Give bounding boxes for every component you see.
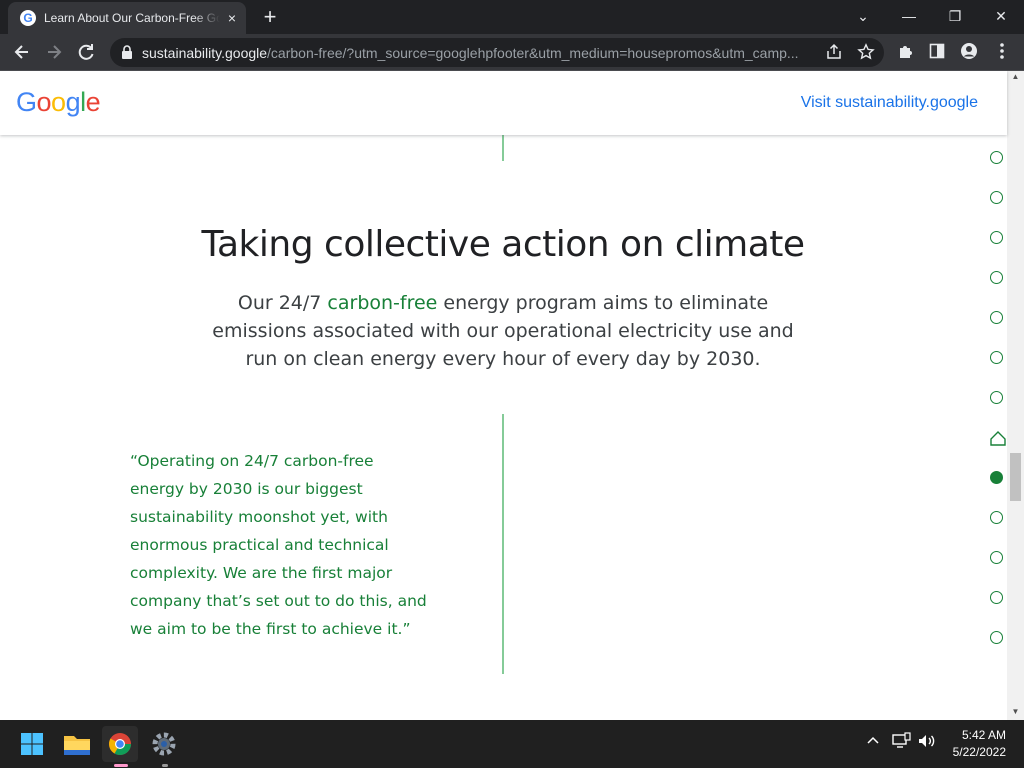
extensions-puzzle-icon[interactable] [895,42,917,64]
running-app-indicator [162,764,168,767]
section-lede: Our 24/7 carbon-free energy program aims… [212,292,794,370]
logo-letter: g [65,87,81,117]
windows-start-icon[interactable] [14,726,50,762]
section-dot[interactable] [990,191,1003,204]
minimize-button[interactable]: — [886,2,932,30]
scroll-thumb[interactable] [1010,453,1021,501]
section-dot[interactable] [990,391,1003,404]
section-home-icon[interactable] [990,431,1006,446]
windows-taskbar: 5:42 AM 5/22/2022 [0,720,1024,768]
clock-time: 5:42 AM [961,728,1006,742]
browser-tab-bar: G Learn About Our Carbon-Free Goals × + … [0,0,1024,34]
pull-quote: “Operating on 24/7 carbon-free energy by… [130,452,427,638]
browser-toolbar: sustainability.google/carbon-free/?utm_s… [0,34,1024,71]
timeline-connector-top [502,135,504,161]
tab-search-icon[interactable]: ⌄ [840,2,886,30]
url-text[interactable]: sustainability.google/carbon-free/?utm_s… [142,45,824,61]
section-dot[interactable] [990,511,1003,524]
section-dot[interactable] [990,231,1003,244]
section-dot[interactable] [990,271,1003,284]
file-explorer-icon[interactable] [59,726,95,762]
volume-icon[interactable] [916,732,938,754]
site-header: Google Visit sustainability.google [0,71,1007,135]
share-icon[interactable] [824,43,844,63]
section-headline: Taking collective action on climate [201,224,805,265]
forward-arrow-icon[interactable] [40,38,68,66]
section-dot-active[interactable] [990,471,1003,484]
reload-icon[interactable] [72,38,100,66]
section-dot[interactable] [990,151,1003,164]
timeline-connector [502,414,504,674]
carbon-free-link[interactable]: carbon-free [327,292,437,314]
section-dot[interactable] [990,631,1003,644]
back-arrow-icon[interactable] [8,38,36,66]
restore-button[interactable]: ❐ [932,2,978,30]
tab-title: Learn About Our Carbon-Free Goals [44,11,220,25]
clock-date: 5/22/2022 [952,745,1006,759]
page-viewport: Google Visit sustainability.google Takin… [0,71,1024,720]
show-hidden-icons-chevron[interactable] [864,732,882,754]
logo-letter: o [51,87,66,117]
network-icon[interactable] [890,732,912,754]
section-dot[interactable] [990,351,1003,364]
visit-sustainability-link[interactable]: Visit sustainability.google [801,94,978,112]
lock-icon[interactable] [120,45,134,60]
logo-letter: o [36,87,52,117]
close-window-button[interactable]: ✕ [978,2,1024,30]
page-scrollbar[interactable]: ▲ ▼ [1007,71,1024,720]
active-app-indicator [114,764,128,767]
new-tab-button[interactable]: + [258,6,282,28]
scroll-down-arrow-icon[interactable]: ▼ [1007,706,1024,718]
logo-letter: e [85,87,101,117]
section-dot[interactable] [990,551,1003,564]
kebab-menu-icon[interactable] [991,42,1013,64]
address-bar[interactable]: sustainability.google/carbon-free/?utm_s… [110,38,884,67]
settings-gear-icon[interactable] [146,726,182,767]
section-dot[interactable] [990,591,1003,604]
browser-tab[interactable]: G Learn About Our Carbon-Free Goals × [8,2,246,34]
google-favicon-icon: G [20,10,36,26]
side-panel-icon[interactable] [926,42,948,64]
tab-close-icon[interactable]: × [224,10,240,26]
section-dot[interactable] [990,311,1003,324]
chrome-taskbar-icon[interactable] [102,726,138,767]
taskbar-clock[interactable]: 5:42 AM 5/22/2022 [936,727,1006,761]
bookmark-star-icon[interactable] [856,43,876,63]
google-logo[interactable]: Google [16,87,101,121]
scroll-up-arrow-icon[interactable]: ▲ [1007,71,1024,83]
profile-avatar-icon[interactable] [958,42,980,64]
logo-letter: G [16,87,37,117]
